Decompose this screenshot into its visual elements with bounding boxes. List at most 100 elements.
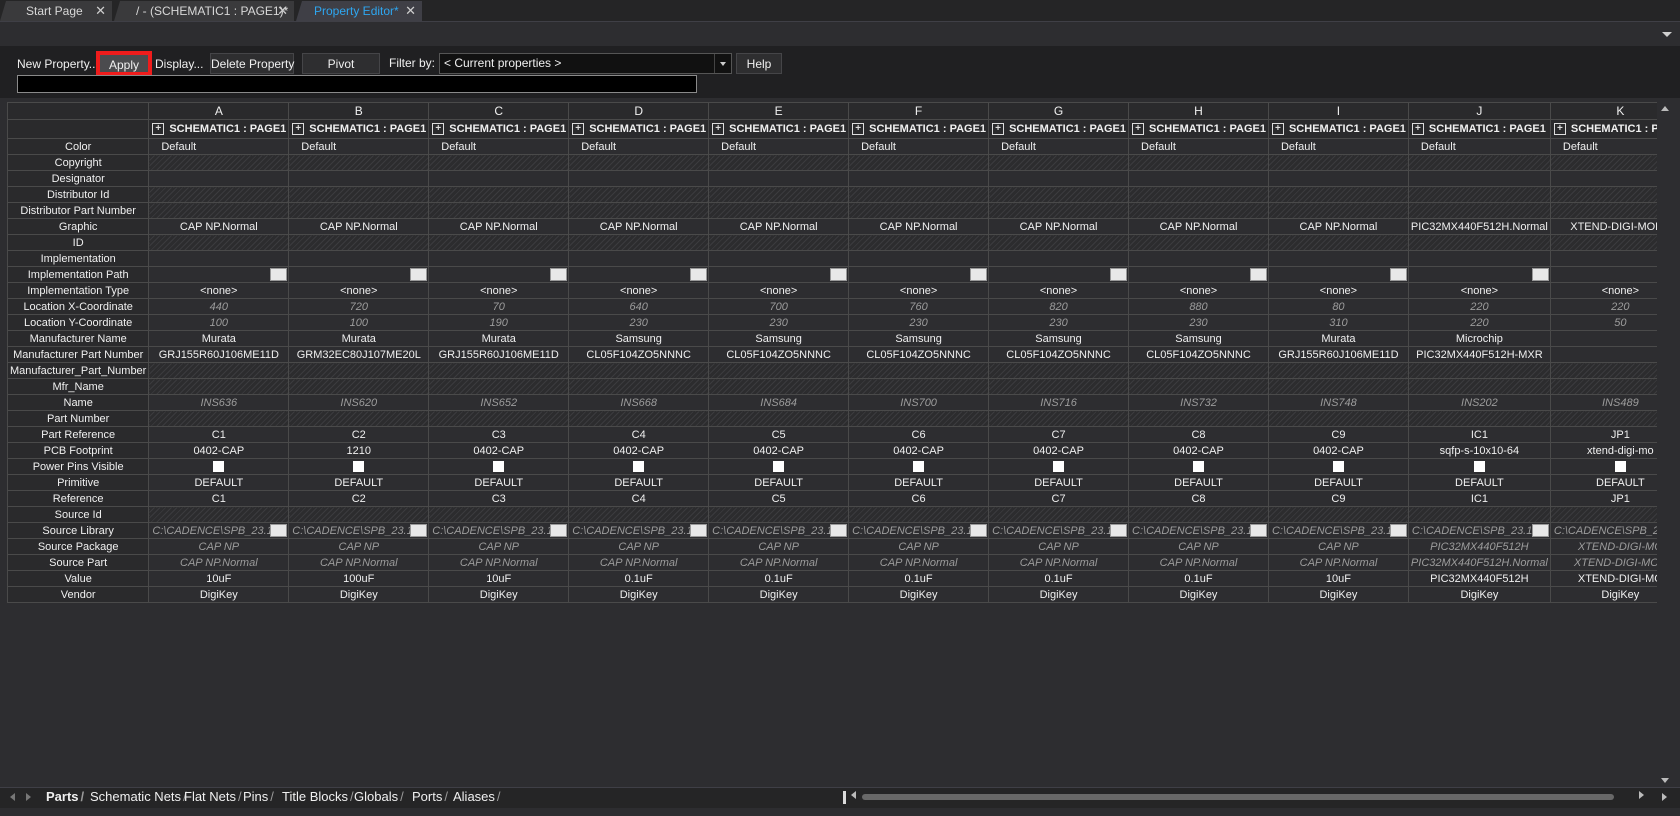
property-cell[interactable]: DEFAULT <box>1267 474 1409 491</box>
property-name[interactable]: Distributor Id <box>7 186 150 203</box>
chevron-down-icon[interactable] <box>1662 32 1672 37</box>
property-cell[interactable]: 220 <box>1549 298 1657 315</box>
schematic-page-header[interactable]: + SCHEMATIC1 : PAGE1 <box>148 119 290 139</box>
property-name[interactable]: Location Y-Coordinate <box>7 314 150 331</box>
property-cell[interactable]: xtend-digi-mo <box>1549 442 1657 459</box>
property-cell[interactable]: 0402-CAP <box>848 442 990 459</box>
property-name[interactable]: Designator <box>7 170 150 187</box>
property-cell[interactable]: 0.1uF <box>988 570 1130 587</box>
property-cell[interactable]: 230 <box>988 314 1130 331</box>
property-cell[interactable]: DEFAULT <box>848 474 990 491</box>
property-cell[interactable]: 220 <box>1407 298 1551 315</box>
close-icon[interactable]: ✕ <box>405 1 416 21</box>
property-cell[interactable] <box>428 250 570 267</box>
property-cell[interactable]: C:\CADENCE\SPB_23.1 <box>1407 522 1551 539</box>
property-cell[interactable]: CAP NP <box>568 538 710 555</box>
property-cell[interactable]: INS489 <box>1549 394 1657 411</box>
property-cell[interactable] <box>428 266 570 283</box>
property-cell[interactable]: DEFAULT <box>1407 474 1551 491</box>
property-cell[interactable]: Murata <box>288 330 430 347</box>
browse-button[interactable] <box>1249 268 1267 281</box>
property-cell[interactable]: CAP NP.Normal <box>568 554 710 571</box>
property-cell[interactable]: DEFAULT <box>1549 474 1657 491</box>
column-header[interactable]: G <box>988 102 1130 120</box>
property-cell[interactable]: <none> <box>1407 282 1551 299</box>
property-cell[interactable]: C:\CADENCE\SPB_23.1 <box>288 522 430 539</box>
column-header[interactable]: K <box>1549 102 1657 120</box>
property-cell[interactable]: 10uF <box>148 570 290 587</box>
property-cell[interactable]: INS636 <box>148 394 290 411</box>
property-cell[interactable]: DigiKey <box>1128 586 1269 603</box>
property-cell[interactable] <box>988 170 1130 187</box>
property-cell[interactable] <box>1407 458 1551 475</box>
property-cell[interactable]: Murata <box>148 330 290 347</box>
property-cell[interactable]: CAP NP <box>848 538 990 555</box>
property-cell[interactable]: INS748 <box>1267 394 1409 411</box>
property-cell[interactable]: 0.1uF <box>1128 570 1269 587</box>
property-cell[interactable]: DigiKey <box>568 586 710 603</box>
property-cell[interactable]: CAP NP.Normal <box>568 218 710 235</box>
property-cell[interactable]: CAP NP <box>428 538 570 555</box>
property-name[interactable]: Name <box>7 394 150 411</box>
property-cell[interactable] <box>1407 170 1551 187</box>
property-cell[interactable] <box>1549 458 1657 475</box>
property-cell[interactable] <box>288 250 430 267</box>
tab-start-page[interactable]: Start Page ✕ <box>0 1 112 21</box>
sheet-tab-schematic-nets[interactable]: Schematic Nets / <box>90 788 187 807</box>
property-cell[interactable]: 760 <box>848 298 990 315</box>
browse-button[interactable] <box>970 524 988 537</box>
property-cell[interactable]: 80 <box>1267 298 1409 315</box>
property-cell[interactable]: 0.1uF <box>848 570 990 587</box>
property-cell[interactable] <box>1407 250 1551 267</box>
property-cell[interactable] <box>288 170 430 187</box>
column-header[interactable]: F <box>848 102 990 120</box>
browse-button[interactable] <box>270 268 288 281</box>
property-cell[interactable]: 10uF <box>428 570 570 587</box>
property-name[interactable]: Manufacturer Name <box>7 330 150 347</box>
sheet-tab-globals[interactable]: Globals / <box>354 788 404 807</box>
property-cell[interactable] <box>568 458 710 475</box>
property-cell[interactable]: C:\CADENCE\SPB_23.1 <box>1267 522 1409 539</box>
property-cell[interactable]: C:\CADENCE\SPB_23.1 <box>1549 522 1657 539</box>
property-cell[interactable]: CAP NP.Normal <box>708 218 850 235</box>
property-cell[interactable]: <none> <box>288 282 430 299</box>
property-name[interactable]: Value <box>7 570 150 587</box>
chevron-down-icon[interactable] <box>714 54 731 73</box>
property-cell[interactable]: DigiKey <box>1407 586 1551 603</box>
property-cell[interactable] <box>1267 458 1409 475</box>
property-cell[interactable]: 0402-CAP <box>568 442 710 459</box>
property-name[interactable]: Power Pins Visible <box>7 458 150 475</box>
column-header[interactable]: H <box>1128 102 1269 120</box>
property-cell[interactable]: GRJ155R60J106ME11D <box>148 346 290 363</box>
property-cell[interactable]: Default <box>1549 138 1657 155</box>
schematic-page-header[interactable]: + SCHEMATIC1 : PAGE1 <box>1407 119 1551 139</box>
property-cell[interactable] <box>708 170 850 187</box>
property-cell[interactable] <box>708 250 850 267</box>
property-cell[interactable]: DigiKey <box>988 586 1130 603</box>
property-cell[interactable]: C:\CADENCE\SPB_23.1 <box>708 522 850 539</box>
expand-icon[interactable]: + <box>1271 123 1284 136</box>
browse-button[interactable] <box>550 268 568 281</box>
sheet-tab-title-blocks[interactable]: Title Blocks / <box>282 788 354 807</box>
browse-button[interactable] <box>830 524 848 537</box>
chevron-left-icon[interactable] <box>10 793 15 801</box>
property-cell[interactable]: INS700 <box>848 394 990 411</box>
property-cell[interactable]: DEFAULT <box>708 474 850 491</box>
property-cell[interactable]: Default <box>148 138 290 155</box>
property-cell[interactable] <box>148 458 290 475</box>
property-cell[interactable]: C6 <box>848 490 990 507</box>
property-cell[interactable]: IC1 <box>1407 490 1551 507</box>
expand-icon[interactable]: + <box>292 123 305 136</box>
filter-dropdown[interactable]: < Current properties > <box>439 53 732 74</box>
expand-icon[interactable]: + <box>852 123 865 136</box>
property-name[interactable]: Location X-Coordinate <box>7 298 150 315</box>
property-cell[interactable]: 220 <box>1407 314 1551 331</box>
property-cell[interactable]: DEFAULT <box>988 474 1130 491</box>
property-cell[interactable]: C1 <box>148 490 290 507</box>
expand-icon[interactable]: + <box>1411 123 1424 136</box>
property-cell[interactable]: CAP NP.Normal <box>1267 554 1409 571</box>
schematic-page-header[interactable]: + SCHEMATIC1 : PAGE1 <box>1267 119 1409 139</box>
column-header[interactable]: I <box>1267 102 1409 120</box>
property-cell[interactable]: DigiKey <box>148 586 290 603</box>
property-cell[interactable]: 70 <box>428 298 570 315</box>
